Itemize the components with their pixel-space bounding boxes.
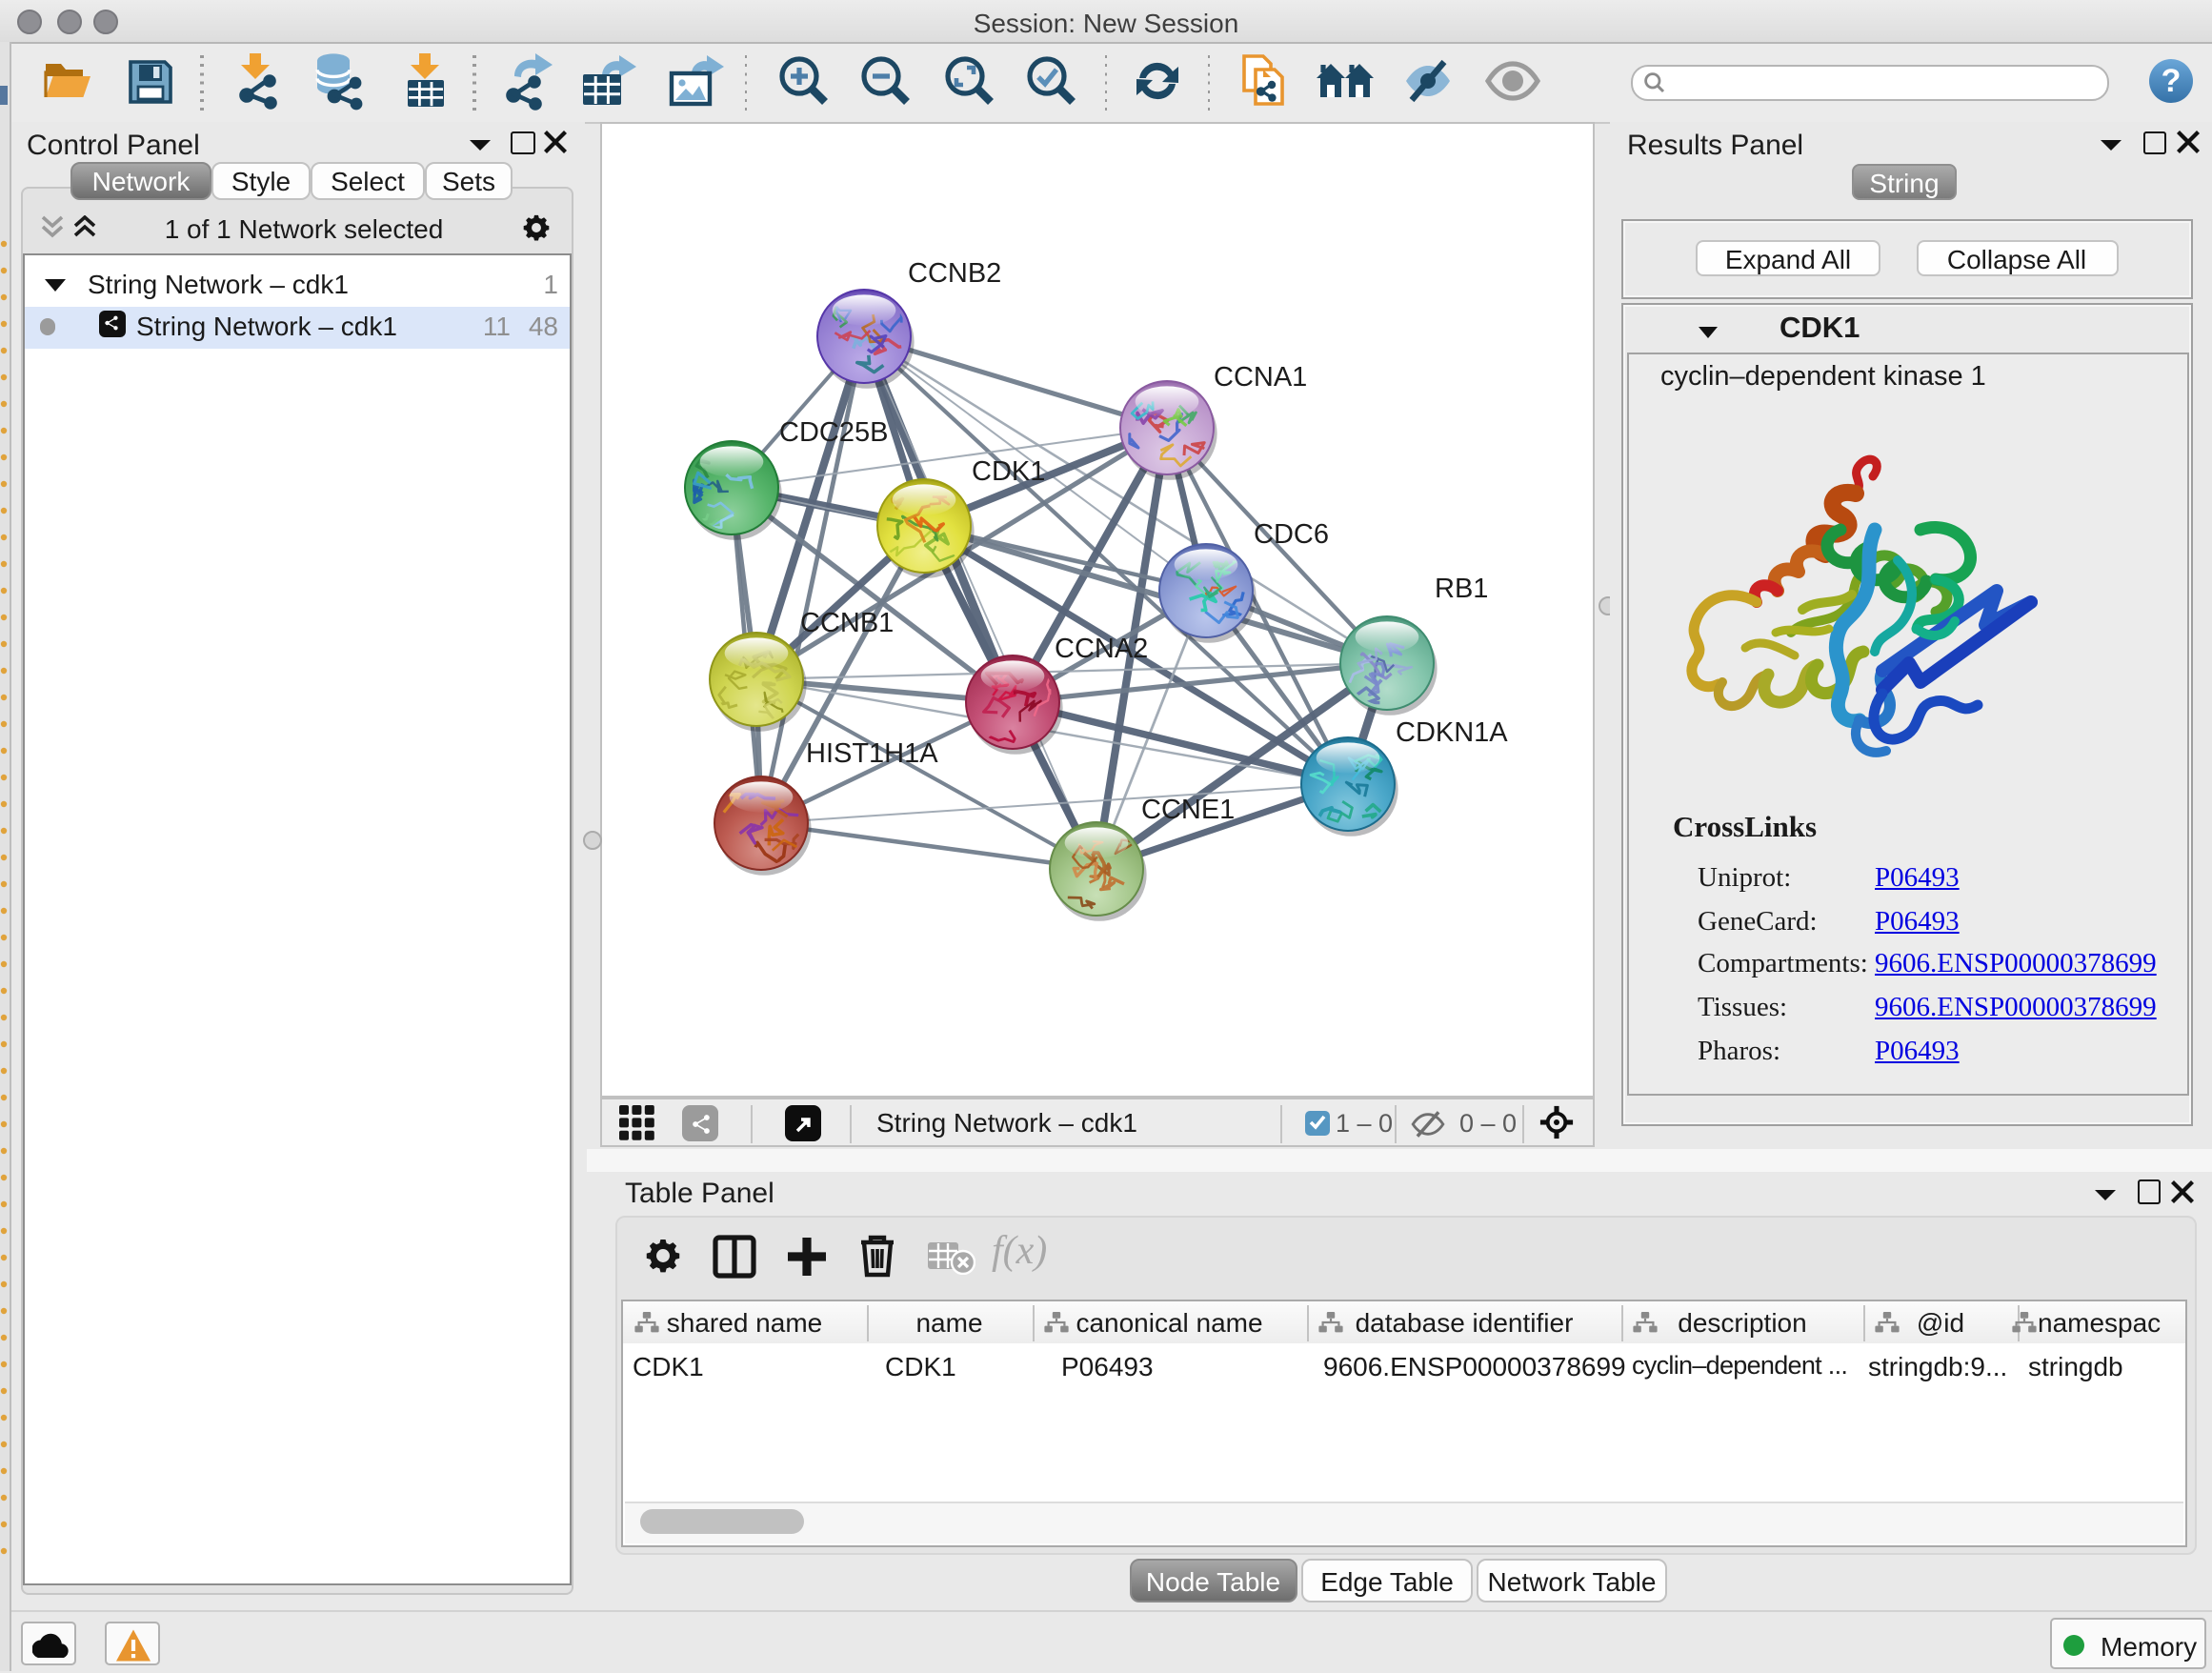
svg-text:CDC25B: CDC25B [779,416,888,447]
svg-text:CCNA1: CCNA1 [1214,361,1307,392]
svg-text:HIST1H1A: HIST1H1A [806,737,938,768]
svg-text:CCNB2: CCNB2 [908,257,1001,288]
svg-text:CDKN1A: CDKN1A [1396,716,1508,747]
svg-text:CDK1: CDK1 [972,455,1045,486]
svg-text:CCNB1: CCNB1 [800,607,894,637]
svg-text:RB1: RB1 [1435,573,1488,603]
svg-text:CCNE1: CCNE1 [1141,794,1235,824]
svg-text:CCNA2: CCNA2 [1055,633,1148,663]
svg-text:CDC6: CDC6 [1254,518,1329,549]
